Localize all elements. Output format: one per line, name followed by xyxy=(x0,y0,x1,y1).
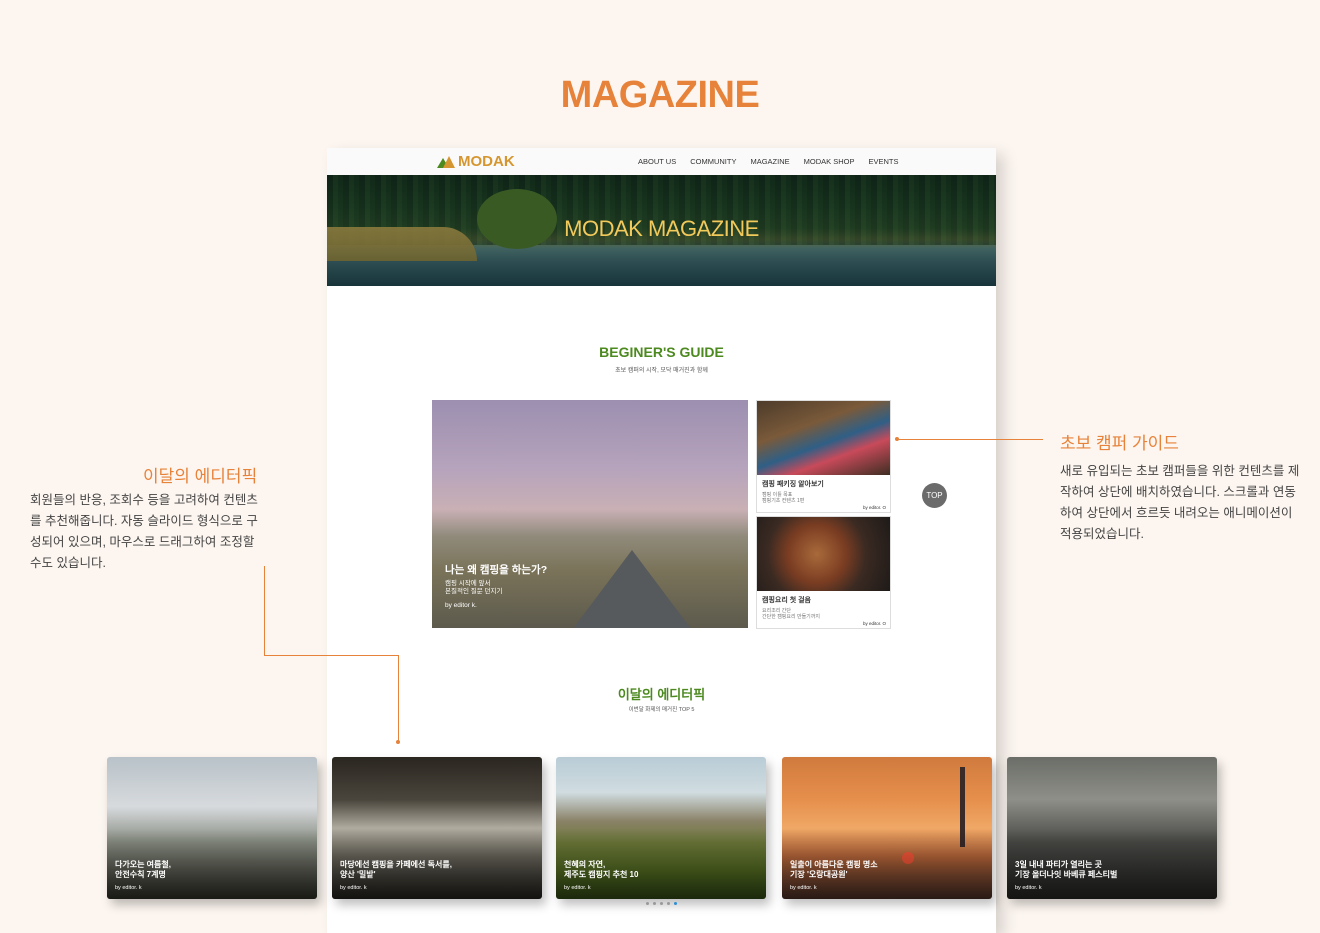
card-author: by editor. O xyxy=(862,621,886,626)
card-image xyxy=(757,401,890,475)
connector-line xyxy=(398,655,399,741)
feature-desc: 캠핑 시작에 앞서 본질적인 질문 던지기 xyxy=(445,580,547,596)
nav-community[interactable]: COMMUNITY xyxy=(690,157,736,166)
mountain-logo-icon xyxy=(437,155,455,168)
pager-dot[interactable] xyxy=(674,902,677,905)
slide-title: 일출이 아름다운 캠핑 명소 기장 '오랑대공원' xyxy=(790,860,878,879)
road-image xyxy=(572,550,692,628)
hero-banner: MODAK MAGAZINE xyxy=(327,175,996,286)
annotation-left-body: 회원들의 반응, 조회수 등을 고려하여 컨텐츠를 추천해줍니다. 자동 슬라이… xyxy=(30,493,258,570)
editor-pick-slide[interactable]: 천혜의 자연, 제주도 캠핑지 추천 10 by editor. k xyxy=(556,757,766,899)
connector-line xyxy=(898,439,1043,440)
guide-card[interactable]: 캠핑 패키징 알아보기 캠핑 이틀 목표 캠핑기초 컨텐츠 1편 by edit… xyxy=(756,400,891,513)
slide-author: by editor. k xyxy=(115,885,142,891)
guide-section-subtitle: 초보 캠퍼의 시작, 모닥 매거진과 함께 xyxy=(615,368,708,374)
slide-caption: 다가오는 여름철, 안전수칙 7계명 by editor. k xyxy=(115,860,171,891)
annotation-right-body: 새로 유입되는 초보 캠퍼들을 위한 컨텐츠를 제작하여 상단에 배치하였습니다… xyxy=(1060,464,1300,541)
card-desc: 요리조리 간단 간단한 캠핑요리 만들기까지 xyxy=(757,605,890,620)
card-desc: 캠핑 이틀 목표 캠핑기초 컨텐츠 1편 xyxy=(757,489,890,504)
guide-section-title: BEGINER'S GUIDE xyxy=(599,344,724,360)
card-author: by editor. O xyxy=(862,505,886,510)
picks-section-subtitle: 이번달 화제의 매거진 TOP 5 xyxy=(628,707,695,713)
slide-title: 다가오는 여름철, 안전수칙 7계명 xyxy=(115,860,171,879)
nav-modak-shop[interactable]: MODAK SHOP xyxy=(804,157,855,166)
card-image xyxy=(757,517,890,591)
site-header: MODAK ABOUT US COMMUNITY MAGAZINE MODAK … xyxy=(327,148,996,175)
feature-article[interactable]: 나는 왜 캠핑을 하는가? 캠핑 시작에 앞서 본질적인 질문 던지기 by e… xyxy=(432,400,748,628)
editor-pick-slide[interactable]: 마당에선 캠핑을 카페에선 독서를, 양산 '밀밭' by editor. k xyxy=(332,757,542,899)
scroll-top-button[interactable]: TOP xyxy=(922,483,947,508)
annotation-right-title: 초보 캠퍼 가이드 xyxy=(1060,434,1179,453)
annotation-left-title: 이달의 에디터픽 xyxy=(143,467,258,486)
nav-magazine[interactable]: MAGAZINE xyxy=(750,157,789,166)
main-nav: ABOUT US COMMUNITY MAGAZINE MODAK SHOP E… xyxy=(638,157,898,166)
nav-about-us[interactable]: ABOUT US xyxy=(638,157,676,166)
feature-desc-line: 본질적인 질문 던지기 xyxy=(445,588,503,595)
editor-pick-slide[interactable]: 일출이 아름다운 캠핑 명소 기장 '오랑대공원' by editor. k xyxy=(782,757,992,899)
editor-pick-slide[interactable]: 다가오는 여름철, 안전수칙 7계명 by editor. k xyxy=(107,757,317,899)
slide-author: by editor. k xyxy=(790,885,817,891)
pager-dot[interactable] xyxy=(646,902,649,905)
slide-caption: 일출이 아름다운 캠핑 명소 기장 '오랑대공원' by editor. k xyxy=(790,860,878,891)
feature-author: by editor k. xyxy=(445,602,477,609)
slide-caption: 3일 내내 파티가 열리는 곳 기장 올더나잇 바베큐 페스티벌 by edit… xyxy=(1015,860,1117,891)
feature-caption: 나는 왜 캠핑을 하는가? 캠핑 시작에 앞서 본질적인 질문 던지기 by e… xyxy=(445,562,547,609)
slide-title: 천혜의 자연, 제주도 캠핑지 추천 10 xyxy=(564,860,639,879)
slide-caption: 마당에선 캠핑을 카페에선 독서를, 양산 '밀밭' by editor. k xyxy=(340,860,452,891)
card-title: 캠핑요리 첫 걸음 xyxy=(762,597,811,604)
card-title: 캠핑 패키징 알아보기 xyxy=(762,481,824,488)
pager-dot[interactable] xyxy=(653,902,656,905)
hero-title: MODAK MAGAZINE xyxy=(564,216,759,241)
pager-dot[interactable] xyxy=(660,902,663,905)
connector-line xyxy=(264,655,399,656)
pager-dot[interactable] xyxy=(667,902,670,905)
connector-dot xyxy=(396,740,400,744)
nav-events[interactable]: EVENTS xyxy=(868,157,898,166)
logo[interactable]: MODAK xyxy=(437,153,515,170)
slide-title: 3일 내내 파티가 열리는 곳 기장 올더나잇 바베큐 페스티벌 xyxy=(1015,860,1118,879)
slide-title: 마당에선 캠핑을 카페에선 독서를, 양산 '밀밭' xyxy=(340,860,452,879)
feature-title: 나는 왜 캠핑을 하는가? xyxy=(445,564,548,576)
page-title: MAGAZINE xyxy=(560,74,760,116)
slider-pagination xyxy=(646,902,677,905)
slide-author: by editor. k xyxy=(564,885,591,891)
connector-dot xyxy=(895,437,899,441)
slide-author: by editor. k xyxy=(340,885,367,891)
feature-desc-line: 캠핑 시작에 앞서 xyxy=(445,580,491,587)
slide-caption: 천혜의 자연, 제주도 캠핑지 추천 10 by editor. k xyxy=(564,860,638,891)
slide-author: by editor. k xyxy=(1015,885,1042,891)
connector-line xyxy=(264,566,265,655)
picks-section-title: 이달의 에디터픽 xyxy=(617,687,706,702)
editor-pick-slide[interactable]: 3일 내내 파티가 열리는 곳 기장 올더나잇 바베큐 페스티벌 by edit… xyxy=(1007,757,1217,899)
logo-text: MODAK xyxy=(458,153,515,170)
guide-card[interactable]: 캠핑요리 첫 걸음 요리조리 간단 간단한 캠핑요리 만들기까지 by edit… xyxy=(756,516,891,629)
